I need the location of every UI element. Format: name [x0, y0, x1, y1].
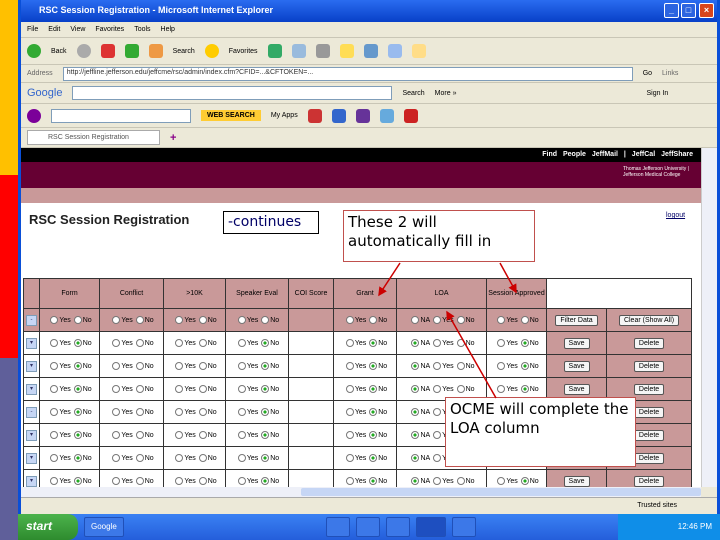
callout-arrows [378, 262, 517, 399]
arrow-loa [446, 310, 497, 399]
arrow-grant [378, 262, 401, 297]
arrow-session [499, 262, 517, 294]
